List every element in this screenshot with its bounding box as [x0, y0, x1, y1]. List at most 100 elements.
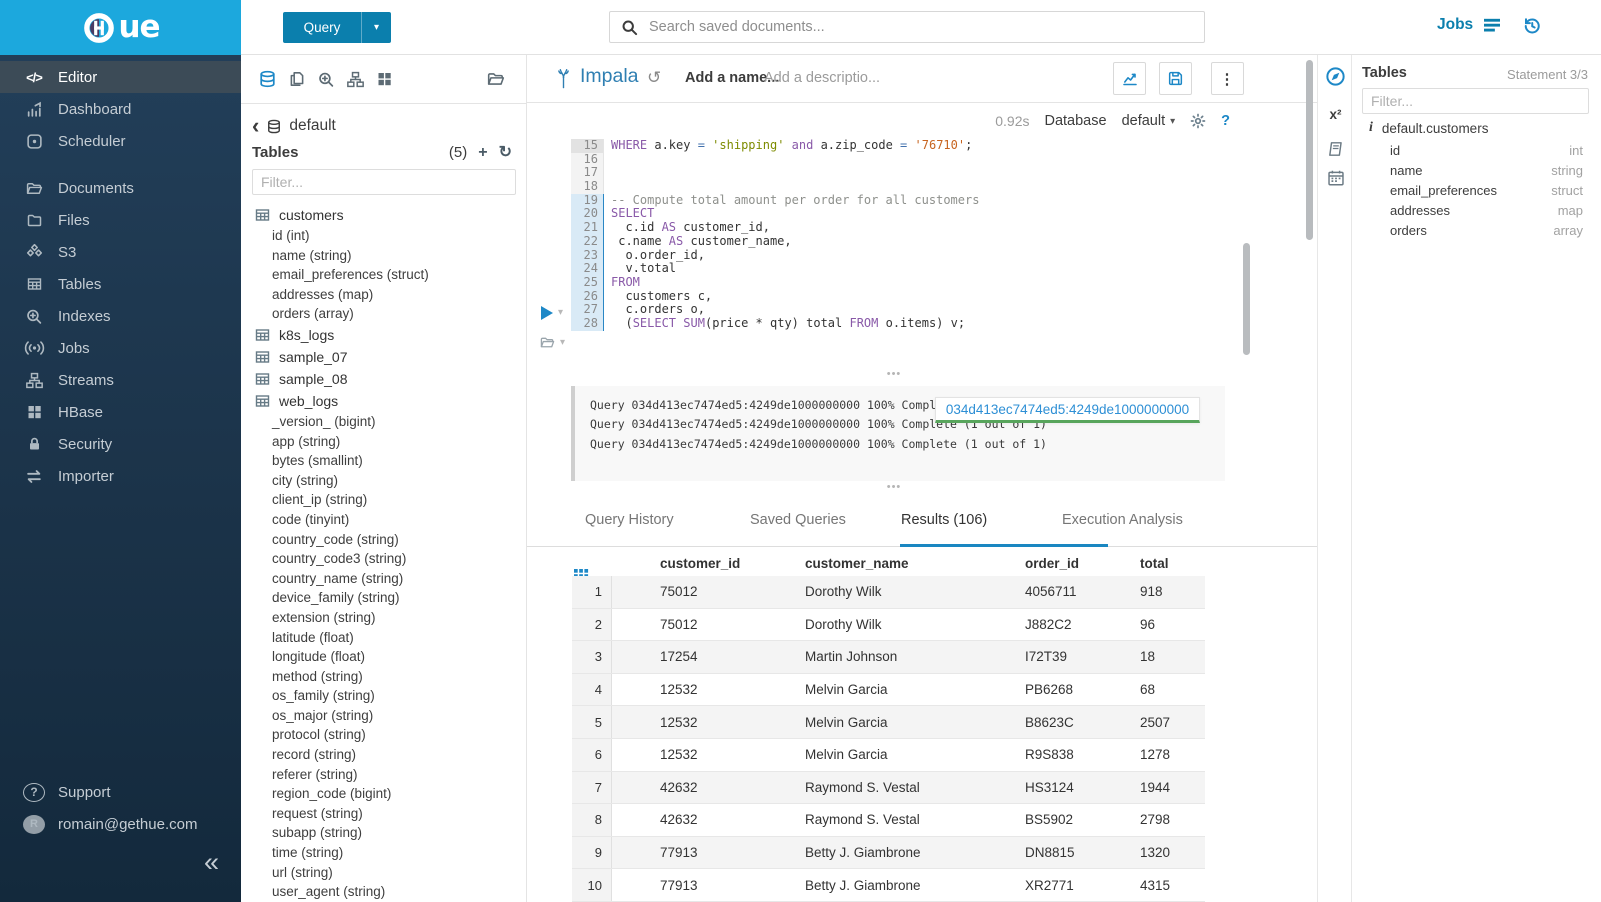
sidebar-user[interactable]: R romain@gethue.com	[0, 808, 241, 840]
table-row[interactable]: 977913Betty J. GiambroneDN88151320	[572, 837, 1205, 870]
folder-open-icon[interactable]	[486, 70, 506, 88]
search-plus-icon[interactable]	[317, 71, 335, 88]
databases-source-icon[interactable]	[258, 70, 277, 88]
more-actions-button[interactable]: ⋮	[1211, 62, 1244, 95]
column-item[interactable]: _version_ (bigint)	[254, 412, 526, 432]
column-item[interactable]: name (string)	[254, 246, 526, 266]
column-item[interactable]: orders (array)	[254, 304, 526, 324]
column-item[interactable]: time (string)	[254, 843, 526, 863]
table-row[interactable]: 412532Melvin GarciaPB626868	[572, 674, 1205, 707]
table-item-sample-07[interactable]: sample_07	[254, 346, 526, 368]
table-item-sample-08[interactable]: sample_08	[254, 368, 526, 390]
sidebar-item-scheduler[interactable]: Scheduler	[0, 125, 241, 157]
table-row[interactable]: 612532Melvin GarciaR9S8381278	[572, 739, 1205, 772]
apps-grid-icon[interactable]	[376, 71, 393, 87]
sidebar-item-security[interactable]: Security	[0, 428, 241, 460]
sidebar-item-tables[interactable]: Tables	[0, 268, 241, 300]
query-description-field[interactable]: Add a descriptio...	[764, 70, 880, 86]
editor-scrollbar[interactable]	[1243, 243, 1250, 355]
chart-button[interactable]	[1113, 62, 1146, 95]
column-item[interactable]: protocol (string)	[254, 725, 526, 745]
column-item[interactable]: url (string)	[254, 863, 526, 883]
results-column-header-total[interactable]: total	[1140, 556, 1169, 571]
query-dropdown-caret-icon[interactable]: ▾	[361, 12, 391, 43]
column-item[interactable]: os_major (string)	[254, 706, 526, 726]
language-reference-icon[interactable]	[1325, 138, 1346, 159]
save-button[interactable]	[1159, 62, 1192, 95]
sidebar-item-hbase[interactable]: HBase	[0, 396, 241, 428]
results-column-header-customer-id[interactable]: customer_id	[660, 556, 740, 571]
tab-query-history[interactable]: Query History	[585, 512, 674, 528]
column-item[interactable]: record (string)	[254, 745, 526, 765]
column-item[interactable]: referer (string)	[254, 765, 526, 785]
column-item[interactable]: region_code (bigint)	[254, 784, 526, 804]
right-filter-input[interactable]	[1362, 88, 1589, 114]
table-row[interactable]: 742632Raymond S. VestalHS31241944	[572, 772, 1205, 805]
collapse-sidebar-button[interactable]: «	[204, 849, 219, 876]
main-scrollbar[interactable]	[1306, 60, 1313, 240]
column-item[interactable]: device_family (string)	[254, 588, 526, 608]
schedule-calendar-icon[interactable]	[1325, 167, 1346, 188]
resize-gripper[interactable]: •••	[879, 483, 909, 491]
right-column-orders[interactable]: ordersarray	[1390, 221, 1583, 241]
table-row[interactable]: 175012Dorothy Wilk4056711918	[572, 576, 1205, 609]
table-row[interactable]: 512532Melvin GarciaB8623C2507	[572, 706, 1205, 739]
search-input[interactable]	[647, 18, 1193, 36]
column-item[interactable]: country_code (string)	[254, 530, 526, 550]
table-item-web-logs[interactable]: web_logs	[254, 390, 526, 412]
column-item[interactable]: city (string)	[254, 471, 526, 491]
sidebar-item-support[interactable]: ? Support	[0, 776, 241, 808]
sidebar-item-documents[interactable]: Documents	[0, 172, 241, 204]
jobs-link[interactable]: Jobs	[1437, 16, 1502, 34]
right-column-name[interactable]: namestring	[1390, 160, 1583, 180]
undo-history-icon[interactable]: ↺	[647, 68, 661, 88]
right-column-email-preferences[interactable]: email_preferencesstruct	[1390, 180, 1583, 200]
right-column-id[interactable]: idint	[1390, 140, 1583, 160]
column-item[interactable]: client_ip (string)	[254, 490, 526, 510]
table-item-customers[interactable]: customers	[254, 204, 526, 226]
sidebar-item-s3[interactable]: S3	[0, 236, 241, 268]
column-item[interactable]: code (tinyint)	[254, 510, 526, 530]
hue-logo[interactable]: ue	[0, 0, 241, 55]
tab-execution-analysis[interactable]: Execution Analysis	[1062, 512, 1183, 528]
sidebar-item-indexes[interactable]: Indexes	[0, 300, 241, 332]
results-column-header-customer-name[interactable]: customer_name	[805, 556, 909, 571]
sidebar-item-files[interactable]: Files	[0, 204, 241, 236]
column-item[interactable]: bytes (smallint)	[254, 451, 526, 471]
tab-saved-queries[interactable]: Saved Queries	[750, 512, 846, 528]
tables-filter-input[interactable]	[252, 169, 516, 195]
column-item[interactable]: user_agent (string)	[254, 882, 526, 902]
sitemap-source-icon[interactable]	[346, 71, 365, 88]
help-icon[interactable]: ?	[1221, 113, 1230, 129]
sidebar-item-editor[interactable]: </>Editor	[0, 61, 241, 93]
sidebar-item-jobs[interactable]: Jobs	[0, 332, 241, 364]
column-item[interactable]: request (string)	[254, 804, 526, 824]
assist-compass-icon[interactable]	[1325, 66, 1346, 87]
database-dropdown[interactable]: default ▾	[1122, 113, 1176, 129]
table-row[interactable]: 275012Dorothy WilkJ882C296	[572, 609, 1205, 642]
table-row[interactable]: 317254Martin JohnsonI72T3918	[572, 641, 1205, 674]
sidebar-item-dashboard[interactable]: Dashboard	[0, 93, 241, 125]
column-item[interactable]: email_preferences (struct)	[254, 265, 526, 285]
documents-source-icon[interactable]	[288, 70, 306, 88]
query-history-icon[interactable]	[1522, 16, 1542, 36]
sidebar-item-streams[interactable]: Streams	[0, 364, 241, 396]
query-button[interactable]: Query ▾	[283, 12, 391, 43]
add-table-icon[interactable]: +	[478, 145, 487, 161]
column-item[interactable]: id (int)	[254, 226, 526, 246]
settings-gear-icon[interactable]	[1190, 113, 1206, 129]
refresh-icon[interactable]: ↻	[499, 145, 512, 161]
minimap-toggle[interactable]: ▾	[539, 335, 565, 350]
tab-results-106-[interactable]: Results (106)	[901, 512, 987, 528]
sql-editor[interactable]: 15WHERE a.key = 'shipping' and a.zip_cod…	[571, 139, 979, 331]
table-row[interactable]: 1077913Betty J. GiambroneXR27714315	[572, 869, 1205, 902]
execute-button[interactable]	[541, 306, 553, 320]
column-item[interactable]: subapp (string)	[254, 823, 526, 843]
right-column-addresses[interactable]: addressesmap	[1390, 201, 1583, 221]
table-row[interactable]: 842632Raymond S. VestalBS59022798	[572, 804, 1205, 837]
column-item[interactable]: country_code3 (string)	[254, 549, 526, 569]
results-column-header-order-id[interactable]: order_id	[1025, 556, 1079, 571]
engine-selector[interactable]: Impala	[555, 65, 639, 91]
table-item-k8s-logs[interactable]: k8s_logs	[254, 324, 526, 346]
database-name[interactable]: default	[289, 117, 336, 135]
